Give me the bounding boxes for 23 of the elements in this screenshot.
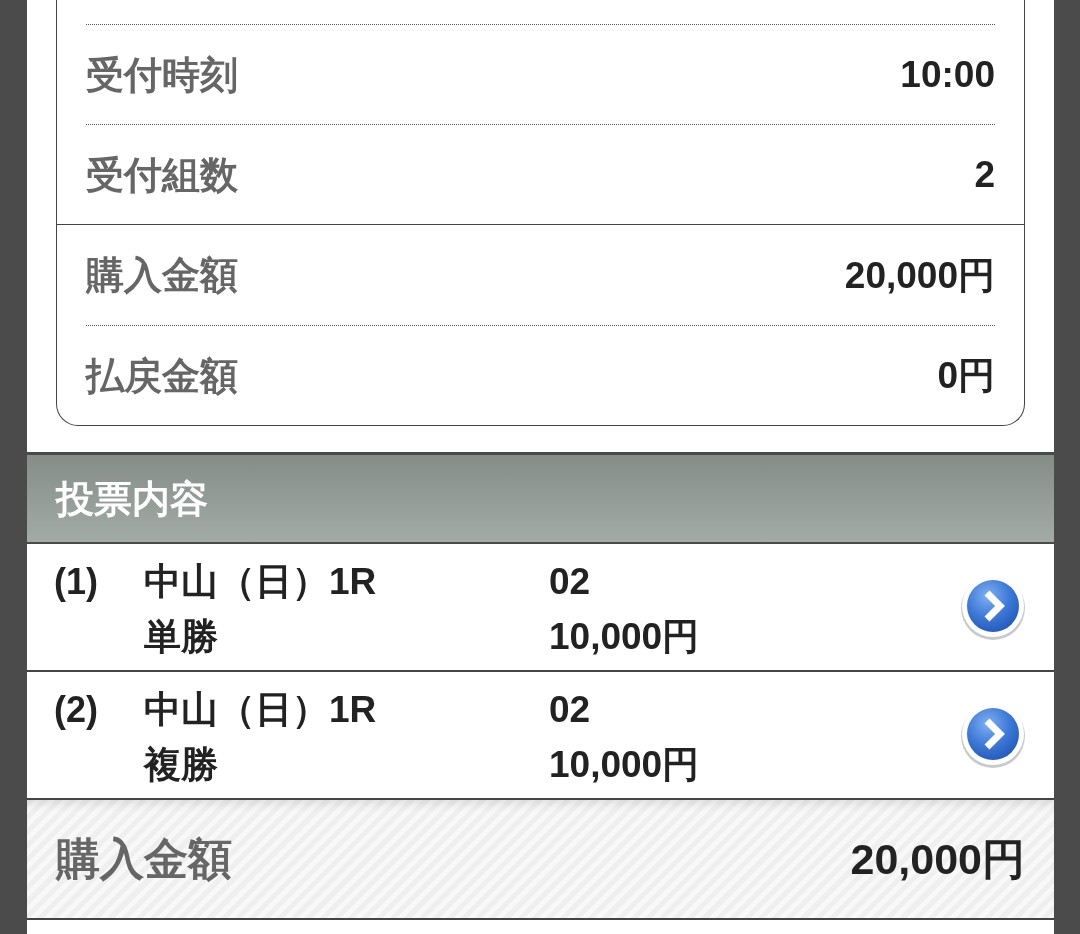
total-label: 購入金額: [56, 837, 232, 881]
row-value: 20,000円: [844, 256, 995, 294]
section-header: 投票内容: [27, 452, 1054, 544]
chevron-right-icon[interactable]: [960, 574, 1026, 640]
bet-type: 複勝: [144, 744, 219, 785]
total-value: 20,000円: [850, 837, 1025, 881]
row-value: 0円: [937, 357, 995, 394]
bet-amount: 10,000円: [549, 616, 701, 657]
bet-index: (1): [54, 560, 99, 602]
row-label: 払戻金額: [86, 356, 238, 395]
race-name: 中山（日）1R: [144, 689, 378, 730]
bet-amount: 10,000円: [549, 744, 701, 785]
row-label: 受付時刻: [86, 55, 238, 94]
row-label: 購入金額: [86, 256, 238, 294]
row-label: 受付組数: [86, 155, 238, 194]
row-value: 10:00: [900, 56, 995, 93]
bet-selection: 02: [549, 561, 592, 602]
bet-selection: 02: [549, 689, 592, 730]
bet-type: 単勝: [144, 616, 219, 657]
bet-index: (2): [54, 688, 99, 730]
chevron-right-icon[interactable]: [960, 702, 1026, 768]
row-value: 2: [974, 156, 995, 193]
race-name: 中山（日）1R: [144, 561, 378, 602]
